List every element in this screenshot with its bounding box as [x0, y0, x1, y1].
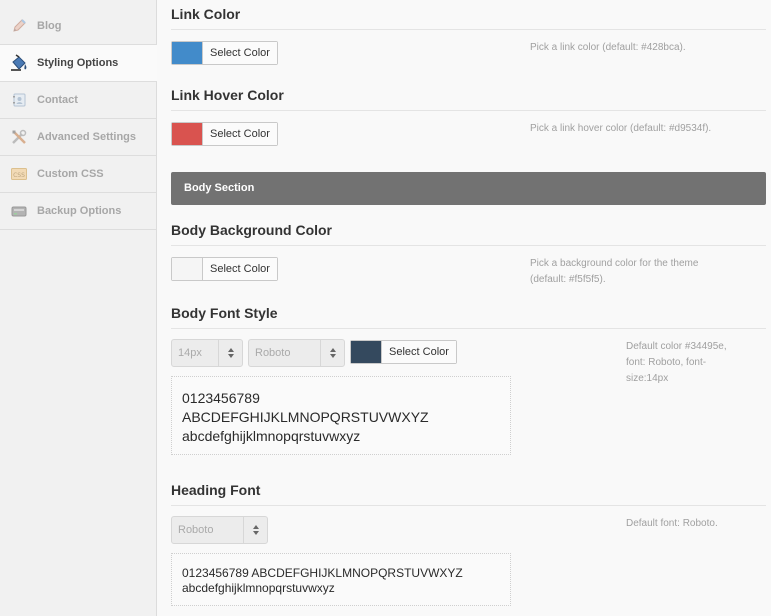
link-color-picker[interactable]: Select Color	[171, 41, 278, 65]
select-arrows-icon	[320, 340, 344, 366]
sidebar-item-styling-options[interactable]: Styling Options	[0, 45, 157, 82]
sidebar-item-blog[interactable]: Blog	[0, 0, 156, 45]
heading-font-family-select-value: Roboto	[178, 524, 214, 536]
divider	[171, 245, 766, 246]
select-color-button-label: Select Color	[203, 123, 277, 145]
body-font-style-title: Body Font Style	[171, 305, 278, 321]
body-background-color-title: Body Background Color	[171, 222, 333, 238]
heading-font-family-select[interactable]: Roboto	[171, 516, 268, 544]
sidebar-item-contact[interactable]: Contact	[0, 82, 156, 119]
divider	[171, 29, 766, 30]
link-hover-color-swatch	[172, 123, 203, 145]
body-background-color-picker[interactable]: Select Color	[171, 257, 278, 281]
sidebar-item-label: Backup Options	[37, 205, 122, 217]
select-color-button-label: Select Color	[203, 258, 277, 280]
sidebar-item-label: Contact	[37, 94, 78, 106]
sidebar-item-label: Custom CSS	[37, 168, 104, 180]
link-color-help: Pick a link color (default: #428bca).	[530, 42, 686, 53]
select-arrows-icon	[218, 340, 242, 366]
help-line: Default color #34495e,	[626, 341, 727, 352]
preview-line: 0123456789	[182, 390, 260, 406]
link-hover-color-help: Pick a link hover color (default: #d9534…	[530, 123, 712, 134]
preview-line: abcdefghijklmnopqrstuvwxyz	[182, 428, 361, 444]
body-section-header: Body Section	[171, 172, 766, 205]
paint-bucket-icon	[10, 54, 28, 72]
heading-font-preview: 0123456789 ABCDEFGHIJKLMNOPQRSTUVWXYZ ab…	[171, 553, 511, 606]
body-font-color-swatch	[351, 341, 382, 363]
font-size-select-value: 14px	[178, 347, 202, 359]
divider	[171, 110, 766, 111]
body-font-family-select-value: Roboto	[255, 347, 291, 359]
pencil-icon	[10, 17, 28, 35]
select-arrows-icon	[243, 517, 267, 543]
preview-line: abcdefghijklmnopqrstuvwxyz	[182, 581, 335, 595]
body-section-label: Body Section	[184, 182, 255, 194]
preview-line: ABCDEFGHIJKLMNOPQRSTUVWXYZ	[182, 409, 429, 425]
preview-line: 0123456789 ABCDEFGHIJKLMNOPQRSTUVWXYZ	[182, 566, 463, 580]
link-color-swatch	[172, 42, 203, 64]
link-hover-color-title: Link Hover Color	[171, 87, 284, 103]
body-font-preview: 0123456789 ABCDEFGHIJKLMNOPQRSTUVWXYZ ab…	[171, 376, 511, 455]
select-color-button-label: Select Color	[382, 341, 456, 363]
heading-font-help: Default font: Roboto.	[626, 518, 718, 529]
divider	[171, 505, 766, 506]
help-line: font: Roboto, font-	[626, 357, 707, 368]
select-color-button-label: Select Color	[203, 42, 277, 64]
help-line: (default: #f5f5f5).	[530, 274, 606, 285]
sidebar-item-label: Blog	[37, 20, 62, 32]
sidebar-item-advanced-settings[interactable]: Advanced Settings	[0, 119, 156, 156]
body-background-color-help: Pick a background color for the theme (d…	[530, 256, 698, 288]
link-hover-color-picker[interactable]: Select Color	[171, 122, 278, 146]
svg-text:CSS: CSS	[13, 172, 25, 179]
tools-icon	[10, 128, 28, 146]
backup-drive-icon	[10, 202, 28, 220]
sidebar: Blog Styling Options Contact Advanced Se…	[0, 0, 157, 616]
heading-font-title: Heading Font	[171, 482, 261, 498]
contact-book-icon	[10, 91, 28, 109]
css-icon: CSS	[10, 165, 28, 183]
sidebar-item-custom-css[interactable]: CSS Custom CSS	[0, 156, 156, 193]
sidebar-item-backup-options[interactable]: Backup Options	[0, 193, 156, 230]
body-background-color-swatch	[172, 258, 203, 280]
font-size-select[interactable]: 14px	[171, 339, 243, 367]
divider	[171, 328, 766, 329]
sidebar-item-label: Styling Options	[37, 57, 119, 69]
body-font-family-select[interactable]: Roboto	[248, 339, 345, 367]
help-line: Pick a background color for the theme	[530, 258, 699, 269]
body-font-color-picker[interactable]: Select Color	[350, 340, 457, 364]
link-color-title: Link Color	[171, 6, 241, 22]
body-font-style-help: Default color #34495e, font: Roboto, fon…	[626, 339, 727, 387]
help-line: size:14px	[626, 373, 669, 384]
sidebar-item-label: Advanced Settings	[37, 131, 137, 143]
